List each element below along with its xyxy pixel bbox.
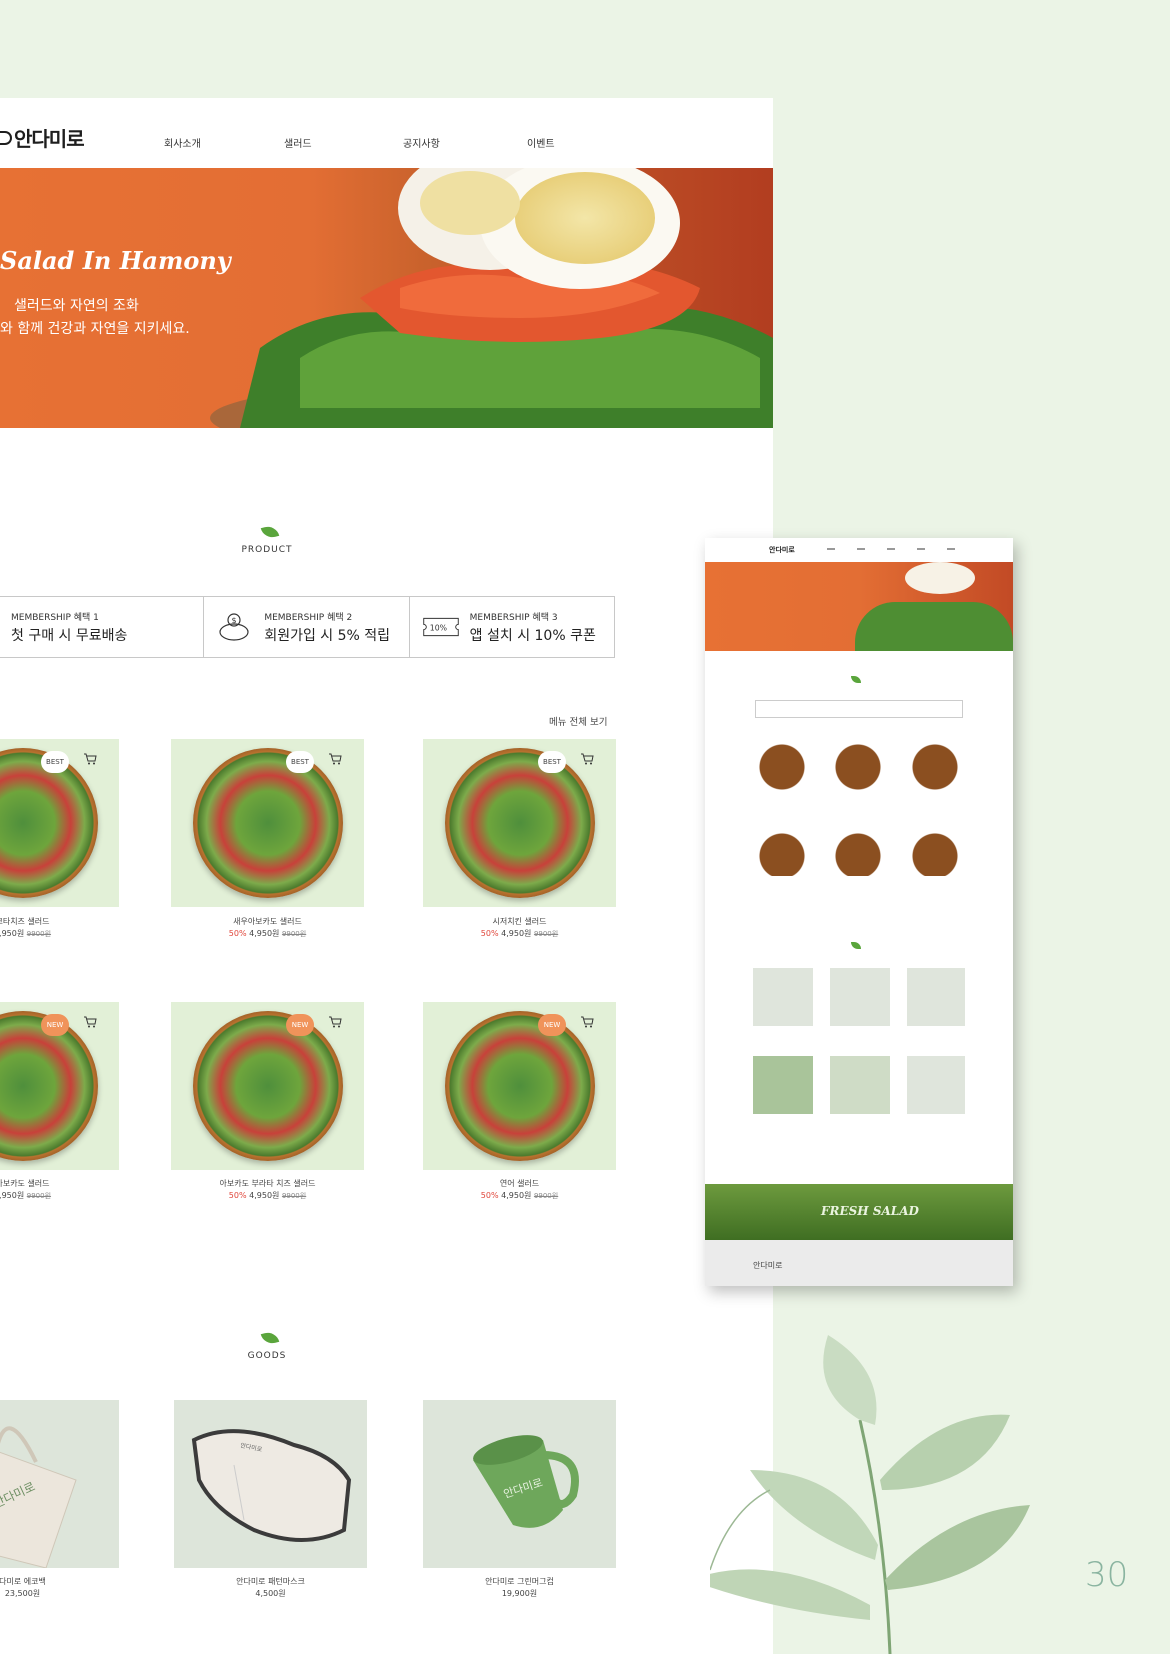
product-name: 시저치킨 샐러드 — [492, 917, 547, 926]
coupon-icon: 10% — [422, 612, 460, 642]
site-logo[interactable]: 안다미로 — [0, 123, 85, 152]
benefit-2: $ MEMBERSHIP 혜택 2 회원가입 시 5% 적립 — [204, 597, 410, 657]
benefit-3: 10% MEMBERSHIP 혜택 3 앱 설치 시 10% 쿠폰 — [410, 597, 614, 657]
benefit-text: 앱 설치 시 10% 쿠폰 — [469, 627, 596, 644]
leaf-icon — [260, 1330, 280, 1346]
hero-banner: Salad In Hamony 샐러드와 자연의 조화 와 함께 건강과 자연을… — [0, 168, 773, 428]
goods-price: 4,500원 — [255, 1589, 286, 1598]
product-name: 아보카도 부라타 치즈 샐러드 — [219, 1179, 316, 1188]
logo-text: 안다미로 — [14, 127, 85, 151]
green-mug-image: 안다미로 — [473, 1435, 579, 1528]
salad-image — [192, 748, 343, 898]
preview-hero — [705, 562, 1013, 651]
product-card[interactable]: NEW — [171, 1002, 364, 1170]
product-section-title: PRODUCT — [241, 545, 293, 555]
pattern-mask-image: 안다미로 — [191, 1429, 352, 1542]
cart-icon[interactable] — [328, 1016, 342, 1028]
salad-image — [444, 748, 595, 898]
leaf-icon — [851, 942, 861, 949]
product-price: 50% 4,950원 9900원 — [228, 929, 307, 938]
preview-logo: 안다미로 — [769, 546, 795, 554]
site-header: 안다미로 회사소개 샐러드 공지사항 이벤트 — [0, 98, 773, 168]
preview-goods-grid — [753, 968, 965, 1118]
benefit-label: MEMBERSHIP 혜택 1 — [11, 612, 99, 623]
benefit-text: 첫 구매 시 무료배송 — [11, 627, 128, 644]
new-badge: NEW — [538, 1014, 566, 1036]
goods-card[interactable]: 안다미로 — [0, 1400, 119, 1568]
product-price: 50% 4,950원 9900원 — [480, 929, 559, 938]
cart-icon[interactable] — [83, 753, 97, 765]
benefit-label: MEMBERSHIP 혜택 3 — [469, 612, 558, 623]
cart-icon[interactable] — [580, 1016, 594, 1028]
product-name: 연어 샐러드 — [499, 1179, 540, 1188]
nav-item-notice[interactable]: 공지사항 — [403, 135, 440, 150]
goods-price: 19,900원 — [501, 1589, 538, 1598]
svg-text:10%: 10% — [429, 623, 446, 632]
preview-nav — [827, 548, 977, 550]
full-page-preview: 안다미로 FRESH SALAD 안다미로 — [705, 538, 1013, 1286]
goods-name: 안다미로 패턴마스크 — [236, 1577, 305, 1586]
hero-subtitle-1: 샐러드와 자연의 조화 — [14, 298, 139, 314]
goods-section-title: GOODS — [247, 1351, 287, 1361]
benefit-1: MEMBERSHIP 혜택 1 첫 구매 시 무료배송 — [0, 597, 205, 657]
cart-icon[interactable] — [328, 753, 342, 765]
eco-bag-image: 안다미로 — [0, 1426, 77, 1568]
hero-subtitle-2: 와 함께 건강과 자연을 지키세요. — [0, 321, 190, 337]
goods-price: 23,500원 — [4, 1589, 41, 1598]
goods-name: 안다미로 그린머그컵 — [485, 1577, 554, 1586]
nav-item-company[interactable]: 회사소개 — [164, 135, 201, 150]
product-card[interactable]: BEST — [171, 739, 364, 907]
preview-fresh-banner: FRESH SALAD — [705, 1184, 1013, 1240]
piggy-bank-icon: $ — [216, 612, 254, 642]
best-badge: BEST — [286, 751, 314, 773]
product-price: 4,950원 9900원 — [0, 1191, 52, 1200]
product-card[interactable]: BEST — [0, 739, 119, 907]
goods-card[interactable]: 안다미로 — [174, 1400, 367, 1568]
product-name: 새우아보카도 샐러드 — [233, 917, 302, 926]
best-badge: BEST — [538, 751, 566, 773]
leaf-icon — [260, 524, 280, 540]
benefit-label: MEMBERSHIP 혜택 2 — [264, 612, 353, 623]
product-price: 50% 4,950원 9900원 — [480, 1191, 559, 1200]
webpage-mockup: 안다미로 회사소개 샐러드 공지사항 이벤트 Salad In Hamony 샐… — [0, 98, 773, 1654]
goods-name: 다미로 에코백 — [0, 1577, 46, 1586]
page-number: 30 — [1085, 1555, 1129, 1595]
svg-text:$: $ — [232, 616, 237, 625]
bowl-logo-icon — [0, 130, 12, 145]
product-price: 4,950원 9900원 — [0, 929, 52, 938]
product-card[interactable]: BEST — [423, 739, 616, 907]
product-card[interactable]: NEW — [423, 1002, 616, 1170]
cart-icon[interactable] — [83, 1016, 97, 1028]
product-name: 코타치즈 샐러드 — [0, 917, 50, 926]
cart-icon[interactable] — [580, 753, 594, 765]
best-badge: BEST — [41, 751, 69, 773]
hero-title: Salad In Hamony — [0, 246, 231, 275]
preview-banner-text: FRESH SALAD — [821, 1204, 919, 1218]
see-all-menu-link[interactable]: 메뉴 전체 보기 — [549, 714, 607, 728]
preview-footer: 안다미로 — [705, 1240, 1013, 1286]
benefit-text: 회원가입 시 5% 적립 — [264, 627, 391, 644]
nav-item-salad[interactable]: 샐러드 — [284, 135, 312, 150]
membership-benefits: MEMBERSHIP 혜택 1 첫 구매 시 무료배송 $ MEMBERSHIP… — [0, 596, 615, 658]
leaf-icon — [851, 676, 861, 683]
goods-card[interactable]: 안다미로 — [423, 1400, 616, 1568]
preview-footer-logo: 안다미로 — [753, 1261, 783, 1270]
nav-item-event[interactable]: 이벤트 — [527, 135, 555, 150]
plant-leaves-decoration — [710, 1335, 1030, 1654]
new-badge: NEW — [41, 1014, 69, 1036]
preview-header: 안다미로 — [705, 538, 1013, 562]
product-name: 아보카도 샐러드 — [0, 1179, 50, 1188]
product-price: 50% 4,950원 9900원 — [228, 1191, 307, 1200]
salad-image — [444, 1011, 595, 1161]
preview-product-grid — [753, 736, 965, 876]
preview-benefits — [755, 700, 963, 718]
new-badge: NEW — [286, 1014, 314, 1036]
salad-image — [192, 1011, 343, 1161]
product-card[interactable]: NEW — [0, 1002, 119, 1170]
